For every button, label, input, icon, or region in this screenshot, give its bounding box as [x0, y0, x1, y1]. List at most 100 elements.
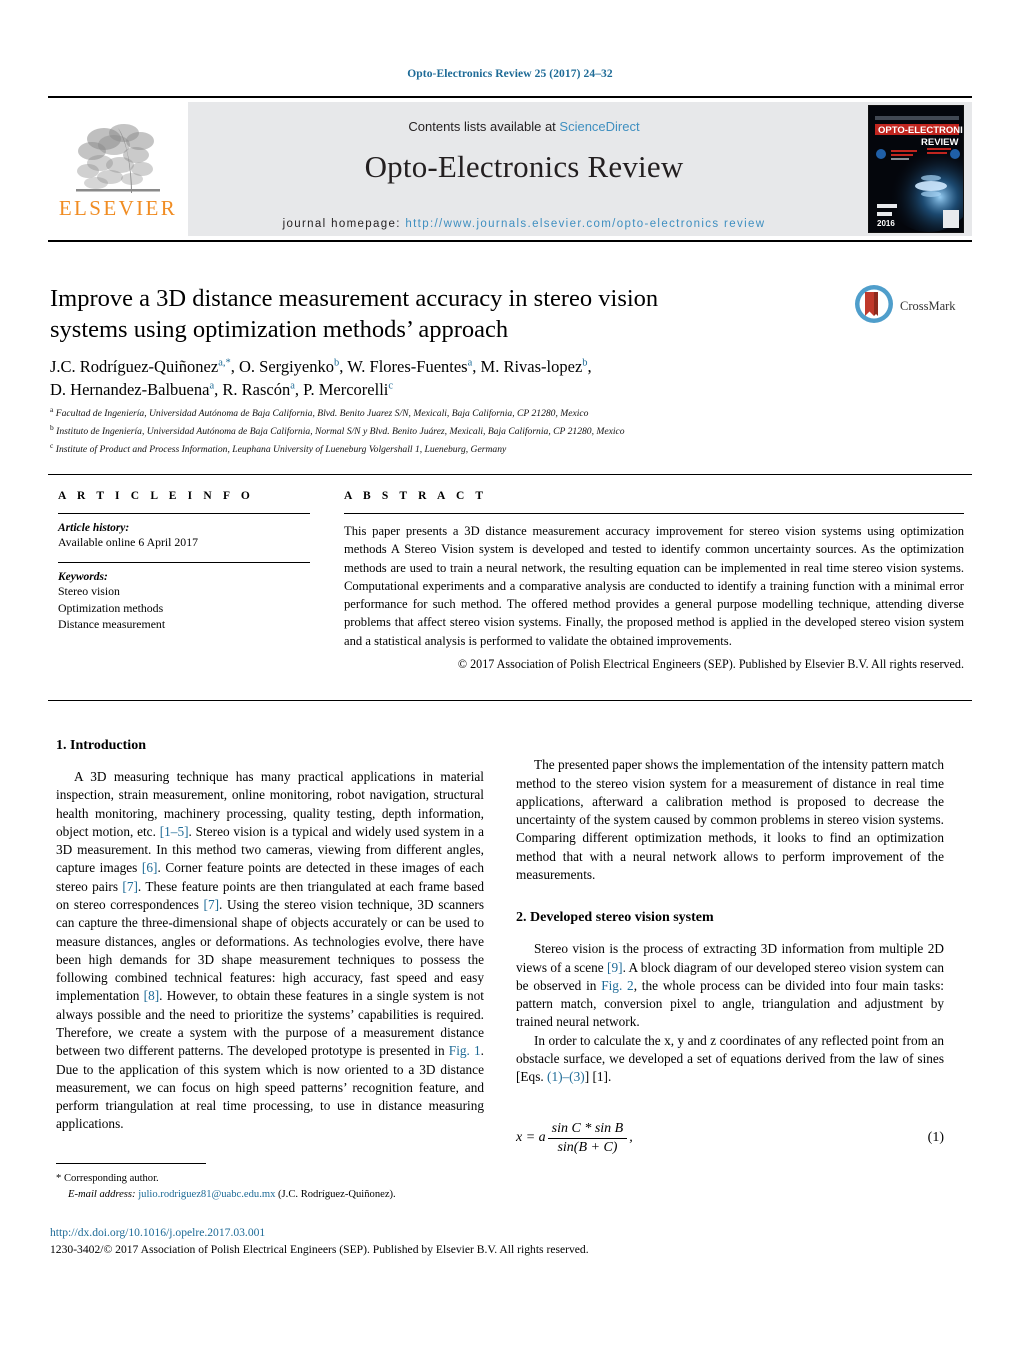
- section2-paragraph-2: In order to calculate the x, y and z coo…: [516, 1032, 944, 1087]
- author-affil-marker: b: [582, 357, 588, 369]
- author-affil-marker: b: [334, 357, 340, 369]
- author-name: J.C. Rodríguez-Quiñonez: [50, 357, 219, 376]
- equation-trailing-comma: ,: [629, 1130, 633, 1145]
- sciencedirect-link[interactable]: ScienceDirect: [559, 119, 639, 134]
- homepage-prefix: journal homepage:: [282, 218, 406, 230]
- footnote-block: * Corresponding author. E-mail address: …: [56, 1171, 486, 1203]
- article-info-heading: A R T I C L E I N F O: [58, 490, 254, 502]
- author-name: D. Hernandez-Balbuena: [50, 380, 210, 400]
- affiliation-item: b Instituto de Ingeniería, Universidad A…: [50, 422, 970, 440]
- citation-ref[interactable]: [7]: [122, 879, 138, 894]
- author-name: R. Rascón: [222, 380, 291, 400]
- intro-paragraph-2: The presented paper shows the implementa…: [516, 757, 944, 882]
- affiliation-item: c Institute of Product and Process Infor…: [50, 440, 970, 458]
- affiliation-marker: c: [50, 441, 54, 451]
- affiliation-text: Instituto de Ingeniería, Universidad Aut…: [56, 426, 625, 438]
- affiliation-text: Facultad de Ingeniería, Universidad Autó…: [55, 408, 589, 420]
- svg-text:REVIEW: REVIEW: [921, 137, 959, 148]
- article-info-rule: [58, 513, 310, 514]
- running-head: Opto-Electronics Review 25 (2017) 24–32: [407, 68, 613, 80]
- email-note: E-mail address: julio.rodriguez81@uabc.e…: [56, 1187, 486, 1203]
- sec2-text-e: ] [1].: [584, 1069, 612, 1085]
- equation-ref[interactable]: (1)–(3): [547, 1069, 585, 1084]
- author-affil-marker: a: [209, 380, 215, 392]
- contents-available-line: Contents lists available at ScienceDirec…: [188, 119, 860, 134]
- author-name: P. Mercorelli: [303, 380, 389, 400]
- svg-text:OPTO-ELECTRONICS: OPTO-ELECTRONICS: [878, 125, 964, 136]
- journal-cover-image: OPTO-ELECTRONICS REVIEW 2016: [868, 105, 964, 233]
- author-affil-marker: a: [290, 380, 295, 392]
- journal-cover-container: OPTO-ELECTRONICS REVIEW 2016: [860, 102, 972, 236]
- keyword-item: Optimization methods: [58, 600, 164, 615]
- journal-homepage-link[interactable]: http://www.journals.elsevier.com/opto-el…: [405, 218, 765, 230]
- abstract-copyright: © 2017 Association of Polish Electrical …: [457, 656, 964, 671]
- body-column-right: The presented paper shows the implementa…: [516, 738, 944, 1156]
- footnote-rule: [56, 1163, 206, 1164]
- intro-paragraph-1: A 3D measuring technique has many practi…: [56, 768, 484, 1134]
- affiliation-marker: a: [50, 405, 54, 414]
- journal-homepage-line: journal homepage: http://www.journals.el…: [188, 218, 860, 230]
- crossmark-label: CrossMark: [900, 298, 956, 313]
- figure-ref[interactable]: Fig. 2: [601, 978, 633, 993]
- abstract-rule: [344, 513, 964, 514]
- citation-ref[interactable]: [6]: [142, 860, 158, 875]
- section-heading-introduction: 1. Introduction: [56, 738, 146, 753]
- author-affil-marker: c: [388, 380, 394, 392]
- equation-denominator: sin(B + C): [557, 1139, 618, 1155]
- journal-title: Opto-Electronics Review: [364, 149, 684, 184]
- info-section-top-rule: [48, 474, 972, 475]
- author-affil-marker: a: [467, 357, 473, 369]
- abstract-block: A B S T R A C T This paper presents a 3D…: [344, 490, 964, 685]
- affiliation-text: Institute of Product and Process Informa…: [55, 444, 507, 456]
- elsevier-tree-icon: [70, 119, 166, 197]
- author-name: W. Flores-Fuentes: [347, 357, 468, 376]
- page-title: Improve a 3D distance measurement accura…: [50, 285, 659, 344]
- contents-prefix: Contents lists available at: [408, 119, 560, 134]
- issn-copyright-line: 1230-3402/© 2017 Association of Polish E…: [50, 1243, 589, 1256]
- journal-masthead: ELSEVIER Contents lists available at Sci…: [48, 96, 972, 242]
- figure-ref[interactable]: Fig. 1: [449, 1043, 481, 1058]
- article-history-label: Article history:: [58, 522, 130, 534]
- equation-1: x = a sin C * sin B sin(B + C) , (1): [516, 1121, 944, 1156]
- affiliation-item: a Facultad de Ingeniería, Universidad Au…: [50, 404, 970, 422]
- paper-page: Opto-Electronics Review 25 (2017) 24–32: [0, 0, 1020, 1351]
- author-list: J.C. Rodríguez-Quiñoneza,*, O. Sergiyenk…: [50, 357, 592, 400]
- body-column-left: 1. Introduction A 3D measuring technique…: [56, 738, 484, 1134]
- crossmark-icon: [854, 284, 894, 329]
- elsevier-logo: ELSEVIER: [48, 102, 188, 236]
- doi-link[interactable]: http://dx.doi.org/10.1016/j.opelre.2017.…: [50, 1226, 265, 1239]
- intro-paragraph-1-cont: [516, 738, 944, 756]
- section2-paragraph-1: Stereo vision is the process of extracti…: [516, 940, 944, 1031]
- elsevier-wordmark: ELSEVIER: [58, 196, 178, 220]
- article-info-block: A R T I C L E I N F O Article history: A…: [58, 490, 310, 632]
- abstract-text: This paper presents a 3D distance measur…: [344, 524, 964, 648]
- author-name: O. Sergiyenko: [238, 357, 335, 376]
- section-heading-developed-stereo-vision-system: 2. Developed stereo vision system: [516, 910, 714, 926]
- affiliation-list: a Facultad de Ingeniería, Universidad Au…: [50, 404, 970, 458]
- abstract-heading: A B S T R A C T: [344, 490, 488, 502]
- affiliation-marker: b: [50, 423, 54, 433]
- citation-ref[interactable]: [9]: [607, 960, 623, 975]
- citation-ref[interactable]: [1–5]: [160, 824, 189, 839]
- keywords-label: Keywords:: [58, 571, 108, 584]
- author-affil-marker: a,*: [218, 357, 231, 369]
- crossmark-badge[interactable]: CrossMark: [854, 283, 974, 329]
- email-owner: (J.C. Rodríguez-Quiñonez).: [278, 1188, 396, 1200]
- equation-fraction: sin C * sin B sin(B + C): [547, 1121, 628, 1156]
- email-label: E-mail address:: [68, 1188, 136, 1200]
- corresponding-text: Corresponding author.: [63, 1173, 159, 1184]
- equation-number: (1): [927, 1130, 944, 1145]
- info-section-bottom-rule: [48, 700, 972, 701]
- keyword-item: Stereo vision: [58, 584, 120, 599]
- article-history-value: Available online 6 April 2017: [58, 535, 199, 549]
- citation-ref[interactable]: [8]: [144, 988, 160, 1003]
- equation-numerator: sin C * sin B: [547, 1121, 628, 1139]
- corresponding-marker: *: [56, 1173, 62, 1184]
- masthead-center: Contents lists available at ScienceDirec…: [188, 102, 860, 236]
- keyword-item: Distance measurement: [58, 616, 166, 631]
- keywords-rule: [58, 562, 310, 564]
- citation-ref[interactable]: [7]: [204, 897, 220, 912]
- author-name: M. Rivas-lopez: [480, 357, 583, 376]
- email-link[interactable]: julio.rodriguez81@uabc.edu.mx: [138, 1189, 275, 1200]
- svg-text:2016: 2016: [877, 219, 895, 228]
